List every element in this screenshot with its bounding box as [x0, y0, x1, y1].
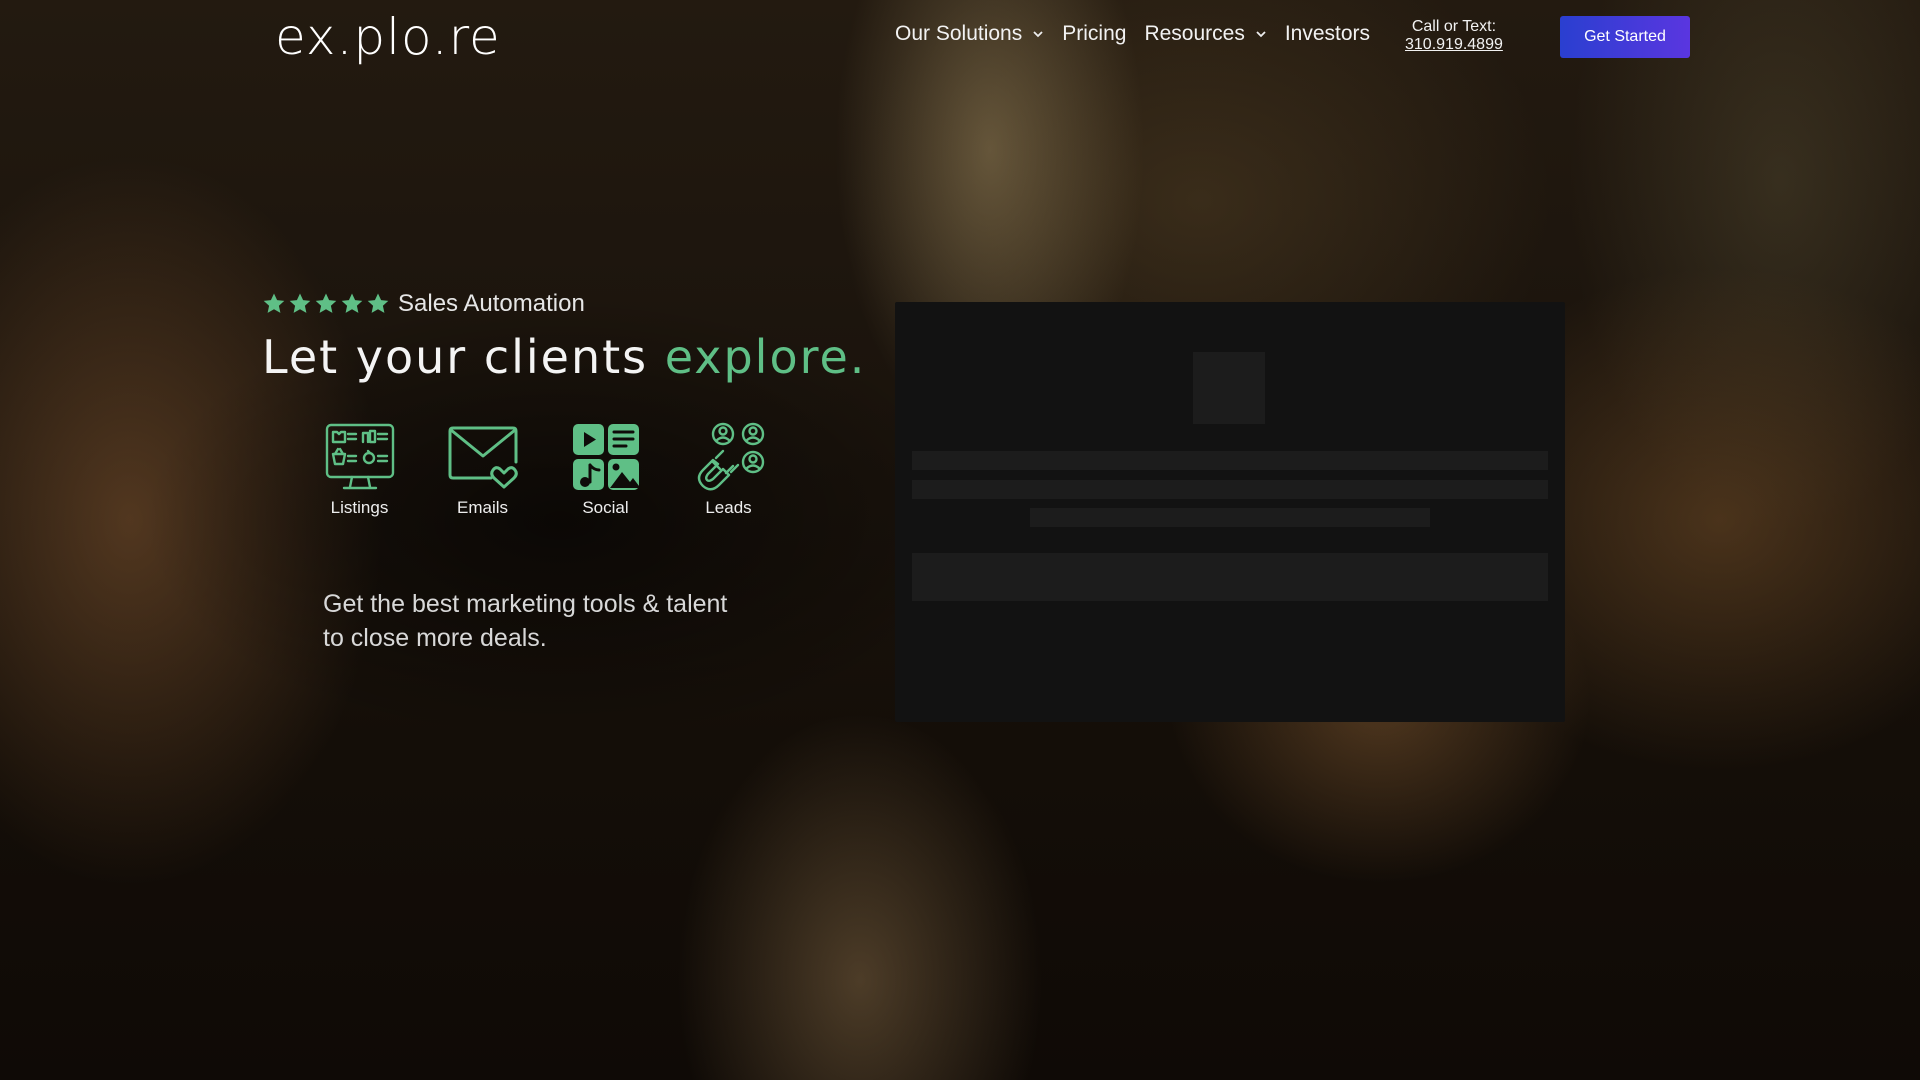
feature-emails[interactable]: Emails [421, 422, 544, 518]
headline-main: Let your clients [262, 330, 665, 384]
nav-label: Resources [1144, 22, 1245, 45]
chevron-down-icon [1256, 31, 1266, 38]
hero-section: Sales Automation Let your clients explor… [262, 290, 866, 415]
feature-label: Emails [456, 498, 508, 517]
skeleton-line [912, 480, 1548, 499]
feature-list: Listings Emails Social Leads [298, 422, 790, 518]
call-label: Call or Text: [1411, 18, 1497, 35]
feature-label: Listings [330, 498, 389, 517]
skeleton-line [1030, 508, 1430, 527]
nav-resources[interactable]: Resources [1144, 22, 1266, 46]
main-nav: Our Solutions Pricing Resources Investor… [895, 22, 1388, 46]
nav-investors[interactable]: Investors [1285, 22, 1370, 46]
hero-subcopy: Get the best marketing tools & talent to… [323, 590, 728, 652]
form-loading-panel [895, 302, 1565, 722]
star-icon [341, 293, 363, 313]
social-media-grid-icon [572, 424, 639, 490]
skeleton-logo [1193, 352, 1265, 424]
feature-listings[interactable]: Listings [298, 422, 421, 518]
feature-label: Leads [705, 498, 752, 517]
phone-link[interactable]: 310.919.4899 [1405, 36, 1503, 54]
email-heart-icon [448, 426, 518, 489]
star-icon [289, 293, 311, 313]
skeleton-line [912, 451, 1548, 470]
star-rating [262, 292, 390, 316]
feature-social[interactable]: Social [544, 422, 667, 518]
nav-label: Our Solutions [895, 22, 1023, 45]
skeleton-input [912, 553, 1548, 601]
chevron-down-icon [1033, 31, 1043, 38]
get-started-button[interactable]: Get Started [1560, 16, 1690, 58]
feature-leads[interactable]: Leads [667, 422, 790, 518]
star-icon [367, 293, 389, 313]
tagline: Sales Automation [398, 290, 585, 317]
call-or-text: Call or Text: 310.919.4899 [1405, 18, 1503, 54]
nav-label: Investors [1284, 22, 1371, 45]
star-icon [315, 293, 337, 313]
listings-monitor-icon [325, 423, 394, 490]
rating-row: Sales Automation [262, 290, 866, 318]
lead-magnet-icon [697, 422, 764, 491]
site-logo[interactable]: ex.plo.re [275, 8, 501, 66]
hero-headline: Let your clients explore. [262, 330, 866, 384]
star-icon [263, 293, 285, 313]
nav-label: Pricing [1062, 22, 1127, 45]
nav-pricing[interactable]: Pricing [1062, 22, 1126, 46]
feature-label: Social [582, 498, 629, 517]
headline-accent: explore. [664, 330, 867, 384]
nav-our-solutions[interactable]: Our Solutions [895, 22, 1044, 46]
